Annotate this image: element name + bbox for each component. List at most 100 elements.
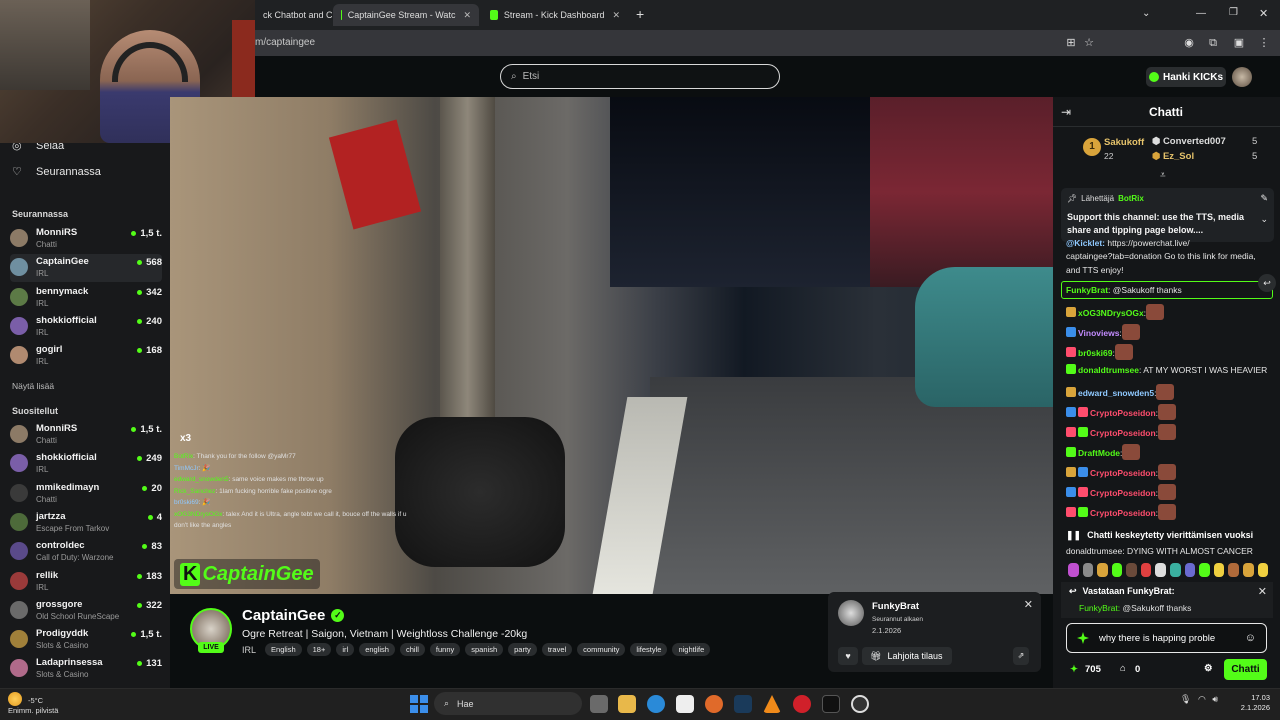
get-kicks-button[interactable]: Hanki KICKs [1146,67,1226,87]
tab-list-icon[interactable]: ⌄ [1142,8,1150,19]
heart-button[interactable]: ♥ [838,647,858,665]
stream-tag[interactable]: nightlife [672,643,711,656]
taskbar-search[interactable]: ⌕ Hae [434,692,582,715]
steam-icon[interactable] [734,695,752,713]
reply-icon[interactable]: ↩ [1258,274,1276,292]
close-icon[interactable]: ✕ [604,10,620,21]
gift-sub-button[interactable]: 🎁︎ Lahjoita tilaus [862,647,952,665]
file-explorer-icon[interactable] [618,695,636,713]
chat-username[interactable]: edward_snowden5 [1078,388,1154,398]
obs-icon[interactable] [851,695,869,713]
stream-tag[interactable]: chill [399,643,425,656]
emote-icon[interactable] [1213,563,1225,577]
chevron-down-icon[interactable]: ⌄ [1260,214,1268,225]
stream-tag[interactable]: lifestyle [630,643,668,656]
maximize-icon[interactable]: ❐ [1229,7,1238,18]
close-icon[interactable]: ✕ [455,10,471,21]
emote-icon[interactable] [1097,563,1108,577]
channel-row[interactable]: gogirl IRL 168 [10,342,162,370]
terminal-icon[interactable] [822,695,840,713]
chat-message[interactable]: CryptoPoseidon: [1066,404,1177,420]
browser-tab-chatbot[interactable]: ck Chatbot and C ✕ [255,4,333,26]
emote-icon[interactable] [1199,563,1210,577]
collapse-chat-icon[interactable]: ⇥ [1061,105,1071,119]
url-field[interactable]: m/captaingee [255,33,1065,53]
weather-widget[interactable]: -5°C Enimm. pilvistä [8,692,58,716]
emote-icon[interactable] [1126,563,1137,577]
chat-message[interactable]: CryptoPoseidon: [1066,424,1177,440]
search-input[interactable]: ⌕ Etsi [500,64,780,89]
emote-icon[interactable] [1068,563,1079,577]
chat-username[interactable]: Vinoviews [1078,328,1119,338]
nav-following[interactable]: ♡ Seurannassa [12,165,101,179]
chat-message[interactable]: edward_snowden5: [1066,384,1175,400]
chat-username[interactable]: CryptoPoseidon [1090,408,1156,418]
chat-message[interactable]: donaldtrumsee: AT MY WORST I WAS HEAVIER [1066,364,1267,376]
chat-paused-banner[interactable]: ❚❚ Chatti keskeytetty vierittämisen vuoks… [1066,530,1276,544]
stream-tag[interactable]: spanish [465,643,504,656]
chat-message[interactable]: captaingee?tab=donation Go to this link … [1066,250,1256,262]
show-more-link[interactable]: Näytä lisää [12,381,54,391]
channel-row[interactable]: grossgore Old School RuneScape 322 [10,597,162,625]
chat-username[interactable]: CryptoPoseidon [1090,428,1156,438]
channel-row[interactable]: mmikedimayn Chatti 20 [10,480,162,508]
chat-message[interactable]: CryptoPoseidon: [1066,464,1177,480]
close-icon[interactable]: ✕ [1258,585,1267,598]
channel-row[interactable]: CaptainGee IRL 568 [10,254,162,283]
channel-row[interactable]: jartzza Escape From Tarkov 4 [10,509,162,537]
browser-tab-dashboard[interactable]: Stream - Kick Dashboard ✕ [482,4,628,26]
channel-row[interactable]: rellik IRL 183 [10,568,162,596]
chat-username[interactable]: xOG3NDrysOGx [1078,308,1144,318]
menu-icon[interactable]: ⋮ [1257,36,1271,50]
stream-tag[interactable]: 18+ [306,643,332,656]
expand-gifters-icon[interactable]: ⩡ [1160,170,1166,181]
user-avatar[interactable] [1232,67,1252,87]
unpin-icon[interactable]: ✎ [1260,193,1268,204]
opera-icon[interactable] [793,695,811,713]
channel-row[interactable]: shokkiofficial IRL 249 [10,450,162,478]
stream-tag[interactable]: English [265,643,302,656]
stream-tag[interactable]: irl [336,643,355,656]
stream-category[interactable]: IRL [242,645,260,655]
chat-username[interactable]: @Kicklet: [1066,238,1105,248]
stream-tag[interactable]: travel [541,643,573,656]
stream-tag[interactable]: english [359,643,395,656]
channel-row[interactable]: Ladaprinsessa Slots & Casino 131 [10,655,162,683]
minimize-icon[interactable]: — [1196,8,1206,19]
chat-username[interactable]: br0ski69 [1078,348,1113,358]
extension-badge-icon[interactable]: ▣ [1232,36,1246,50]
emote-icon[interactable] [1155,563,1167,577]
install-icon[interactable]: ⊞ [1064,36,1078,50]
emote-icon[interactable] [1184,563,1196,577]
store-icon[interactable] [676,695,694,713]
gift-icon[interactable]: ⌂ [1120,663,1126,674]
clock[interactable]: 17.03 2.1.2026 [1222,693,1270,713]
channel-row[interactable]: MonniRS Chatti 1,5 t. [10,225,162,253]
gifter-2[interactable]: ⬢ Converted007 [1152,136,1226,147]
emote-icon[interactable] [1082,563,1094,577]
chat-username[interactable]: CryptoPoseidon [1090,488,1156,498]
emote-icon[interactable] [1228,563,1239,577]
system-tray[interactable]: 🎙︎ ◠ 🔊︎ [1180,694,1218,705]
chat-message[interactable]: and TTS enjoy! [1066,264,1124,276]
channel-row[interactable]: controldec Call of Duty: Warzone 83 [10,538,162,566]
extensions-icon[interactable]: ⧉ [1206,36,1220,50]
chat-message[interactable]: CryptoPoseidon: [1066,484,1177,500]
emote-icon[interactable] [1170,563,1181,577]
chat-username[interactable]: CryptoPoseidon [1090,468,1156,478]
emoji-icon[interactable]: ☺ [1245,632,1256,644]
chat-message[interactable]: DraftMode: [1066,444,1141,460]
stream-tag[interactable]: community [577,643,626,656]
start-button[interactable] [410,695,428,713]
bookmark-star-icon[interactable]: ☆ [1082,36,1096,50]
stream-tag[interactable]: funny [429,643,461,656]
channel-row[interactable]: shokkiofficial IRL 240 [10,313,162,341]
close-icon[interactable]: ✕ [1024,598,1033,611]
chat-username[interactable]: CryptoPoseidon [1090,508,1156,518]
channel-row[interactable]: MonniRS Chatti 1,5 t. [10,421,162,449]
channel-row[interactable]: Prodigyddk Slots & Casino 1,5 t. [10,626,162,654]
close-window-icon[interactable]: ✕ [1259,7,1268,20]
chat-input[interactable]: why there is happing proble ☺ [1066,623,1267,653]
profile-icon[interactable]: ◉ [1182,36,1196,50]
chat-message[interactable]: br0ski69: [1066,344,1133,360]
